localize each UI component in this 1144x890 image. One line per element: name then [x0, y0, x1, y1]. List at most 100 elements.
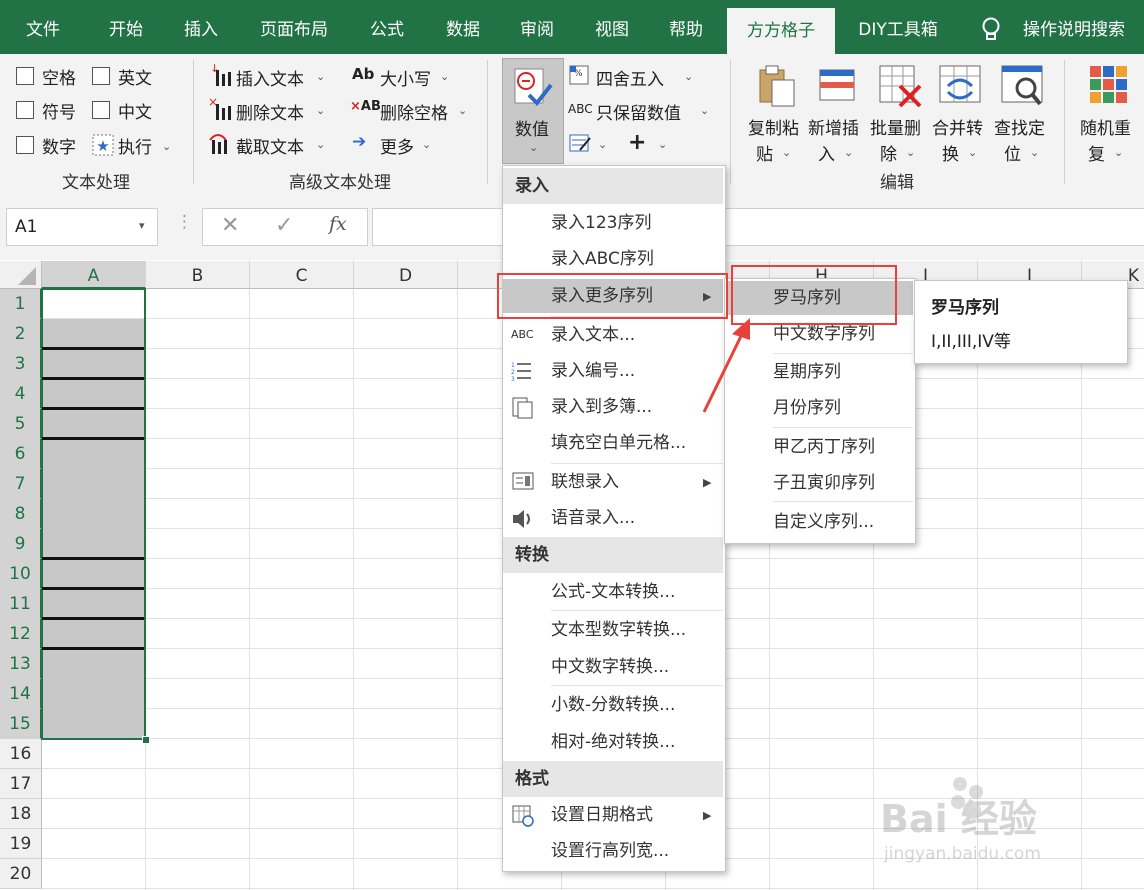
submenu-item-zichou[interactable]: 子丑寅卯序列: [725, 466, 913, 500]
cancel-icon[interactable]: ✕: [221, 213, 239, 238]
checkbox-chinese[interactable]: [92, 101, 110, 119]
checkbox-number[interactable]: [16, 136, 34, 154]
chevron-down-icon: ⌄: [1114, 146, 1124, 159]
menu-item-text-number[interactable]: 文本型数字转换...: [503, 613, 723, 647]
batch-delete-button[interactable]: 批量删 除 ⌄: [868, 60, 930, 166]
label: 语音录入...: [551, 508, 636, 528]
select-all-corner[interactable]: [0, 261, 42, 289]
merge-convert-button[interactable]: 合并转 换 ⌄: [930, 60, 992, 166]
tab-fangfang-gezi[interactable]: 方方格子: [727, 8, 835, 54]
row-header-10[interactable]: 10: [0, 559, 42, 589]
star-icon: ★: [92, 134, 114, 160]
tab-home[interactable]: 开始: [92, 0, 160, 54]
row-header-5[interactable]: 5: [0, 409, 42, 439]
tab-diy-toolbox[interactable]: DIY工具箱: [848, 0, 948, 54]
copy-paste-button[interactable]: 复制粘 贴 ⌄: [744, 60, 806, 166]
row-header-14[interactable]: 14: [0, 679, 42, 709]
extract-text-button[interactable]: 截取文本 ⌄: [208, 130, 328, 158]
menu-item-chinese-number[interactable]: 中文数字转换...: [503, 650, 723, 684]
column-header-b[interactable]: B: [146, 261, 250, 289]
menu-item-input-123[interactable]: 录入123序列: [503, 206, 723, 240]
row-header-13[interactable]: 13: [0, 649, 42, 679]
case-button[interactable]: Ab 大小写 ⌄: [352, 62, 452, 90]
column-header-c[interactable]: C: [250, 261, 354, 289]
delete-text-button[interactable]: × 删除文本 ⌄: [208, 95, 328, 126]
delete-text-icon: ×: [208, 95, 232, 126]
more-label: 更多: [380, 138, 414, 158]
menu-item-fill-blank[interactable]: 填充空白单元格...: [503, 426, 723, 460]
numeric-button[interactable]: 数值 ⌄: [502, 58, 564, 164]
row-header-1[interactable]: 1: [0, 289, 42, 319]
row-header-3[interactable]: 3: [0, 349, 42, 379]
keep-number-button[interactable]: ABC 只保留数值 ⌄: [568, 96, 716, 124]
cell-bottom-border: [42, 437, 144, 440]
chevron-down-icon: ⌄: [844, 146, 854, 159]
add-row-icon: [818, 66, 858, 110]
column-header-d[interactable]: D: [354, 261, 458, 289]
menu-item-associative-input[interactable]: 联想录入 ▶: [503, 465, 723, 499]
menu-item-input-abc[interactable]: 录入ABC序列: [503, 242, 723, 276]
tab-page-layout[interactable]: 页面布局: [248, 0, 340, 54]
red-arrow-icon: [702, 318, 750, 413]
gridline-horizontal: [42, 888, 1144, 889]
label: 录入ABC序列: [551, 249, 654, 269]
delete-space-button[interactable]: ×AB 删除空格 ⌄: [350, 96, 472, 124]
edit-sheet-button[interactable]: ⌄: [568, 130, 608, 158]
add-insert-button[interactable]: 新增插 入 ⌄: [806, 60, 868, 166]
checkbox-english[interactable]: [92, 67, 110, 85]
insert-text-button[interactable]: ↓ 插入文本 ⌄: [208, 62, 328, 90]
more-button[interactable]: ➔ 更多 ⌄: [352, 130, 442, 158]
row-header-15[interactable]: 15: [0, 709, 42, 739]
chevron-down-icon: ⌄: [529, 141, 539, 154]
row-header-20[interactable]: 20: [0, 859, 42, 889]
checkbox-symbol[interactable]: [16, 101, 34, 119]
row-header-2[interactable]: 2: [0, 319, 42, 349]
name-box[interactable]: A1 ▾: [6, 208, 158, 246]
row-header-17[interactable]: 17: [0, 769, 42, 799]
label: 设置日期格式: [551, 805, 653, 825]
menu-item-relative-absolute[interactable]: 相对-绝对转换...: [503, 725, 723, 759]
tab-review[interactable]: 审阅: [508, 0, 566, 54]
row-header-9[interactable]: 9: [0, 529, 42, 559]
find-locate-button[interactable]: 查找定 位 ⌄: [992, 60, 1054, 166]
row-header-11[interactable]: 11: [0, 589, 42, 619]
insert-function-icon[interactable]: fx: [329, 213, 347, 235]
tab-view[interactable]: 视图: [582, 0, 642, 54]
menu-item-row-col-size[interactable]: 设置行高列宽...: [503, 834, 723, 868]
random-repeat-button[interactable]: 随机重 复 ⌄: [1076, 60, 1144, 166]
formula-input[interactable]: [372, 208, 1144, 246]
label: 甲乙丙丁序列: [773, 437, 875, 457]
label: 录入文本...: [551, 325, 636, 345]
section-format: 格式: [503, 761, 723, 797]
column-header-a[interactable]: A: [42, 261, 146, 289]
submenu-item-custom[interactable]: 自定义序列...: [725, 505, 913, 539]
submenu-item-jiayi[interactable]: 甲乙丙丁序列: [725, 430, 913, 464]
checkbox-space[interactable]: [16, 67, 34, 85]
plus-button[interactable]: + ⌄: [626, 130, 670, 158]
chevron-down-icon: ⌄: [316, 70, 326, 83]
row-header-7[interactable]: 7: [0, 469, 42, 499]
menu-item-date-format[interactable]: 设置日期格式 ▶: [503, 798, 723, 832]
fill-handle[interactable]: [142, 736, 150, 744]
row-header-12[interactable]: 12: [0, 619, 42, 649]
row-header-8[interactable]: 8: [0, 499, 42, 529]
tab-data[interactable]: 数据: [432, 0, 494, 54]
menu-item-voice-input[interactable]: 语音录入...: [503, 501, 723, 535]
menu-item-decimal-fraction[interactable]: 小数-分数转换...: [503, 688, 723, 722]
row-header-6[interactable]: 6: [0, 439, 42, 469]
tab-insert[interactable]: 插入: [170, 0, 232, 54]
row-header-4[interactable]: 4: [0, 379, 42, 409]
row-header-19[interactable]: 19: [0, 829, 42, 859]
row-header-18[interactable]: 18: [0, 799, 42, 829]
more-dots-icon: ⋮: [176, 212, 193, 232]
row-header-16[interactable]: 16: [0, 739, 42, 769]
tab-help[interactable]: 帮助: [656, 0, 716, 54]
formula-buttons: ✕ ✓ fx: [202, 208, 368, 246]
cell-bottom-border: [42, 617, 144, 620]
round-button[interactable]: % 四舍五入 ⌄: [568, 62, 698, 90]
tab-file[interactable]: 文件: [12, 0, 74, 54]
tell-me-search[interactable]: 操作说明搜索: [1014, 0, 1134, 54]
enter-icon[interactable]: ✓: [275, 213, 293, 238]
tab-formulas[interactable]: 公式: [358, 0, 416, 54]
menu-item-formula-text[interactable]: 公式-文本转换...: [503, 575, 723, 609]
